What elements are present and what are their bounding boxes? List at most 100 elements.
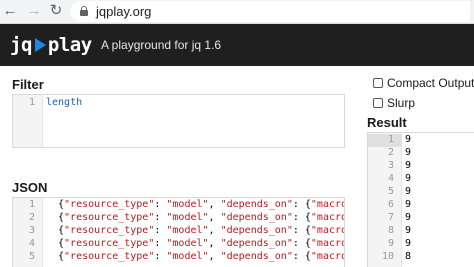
json-key: "depends_on" xyxy=(220,212,293,223)
json-line[interactable]: 5 {"resource_type": "model", "depends_on"… xyxy=(13,251,344,264)
result-line: 59 xyxy=(368,186,474,199)
lock-icon[interactable] xyxy=(80,6,88,16)
result-editor[interactable]: 1 9 2 9 3 9 4 9 5 9 6 9 7 9 8 9 9 9 10 8 xyxy=(367,132,474,267)
result-line: 99 xyxy=(368,238,474,251)
logo-jq-text: jq xyxy=(10,34,32,56)
json-colon: : xyxy=(154,238,167,249)
json-colon: : xyxy=(154,212,167,223)
json-key: "depends_on" xyxy=(220,238,293,249)
result-line: 19 xyxy=(368,134,474,147)
result-line: 39 xyxy=(368,160,474,173)
json-key: "depends_on" xyxy=(220,251,293,262)
result-value: 8 xyxy=(405,251,412,262)
app-header: jq play A playground for jq 1.6 xyxy=(0,24,474,66)
line-number: 9 xyxy=(387,238,394,249)
line-number: 2 xyxy=(28,212,35,223)
result-line: 79 xyxy=(368,212,474,225)
reload-icon[interactable]: ↻ xyxy=(47,2,65,20)
result-line: 10 8 xyxy=(368,251,474,264)
result-value: 9 xyxy=(405,186,412,197)
line-number: 5 xyxy=(28,251,35,262)
line-number: 3 xyxy=(387,160,394,171)
logo-play-text: play xyxy=(47,34,92,56)
json-colon: : { xyxy=(292,251,311,262)
line-number: 1 xyxy=(28,199,35,210)
line-number: 8 xyxy=(387,225,394,236)
line-number: 10 xyxy=(381,251,394,262)
json-key: "macros" xyxy=(310,238,344,249)
address-bar[interactable]: jqplay.org xyxy=(70,1,470,22)
forward-arrow-icon[interactable]: → xyxy=(25,2,43,20)
result-line: 89 xyxy=(368,225,474,238)
json-colon: : xyxy=(154,225,167,236)
json-key: "macros" xyxy=(310,225,344,236)
json-key: "resource_type" xyxy=(64,225,155,236)
slurp-option[interactable]: Slurp xyxy=(373,96,415,110)
json-string-value: "model" xyxy=(166,238,209,249)
json-key: "resource_type" xyxy=(64,212,155,223)
result-label: Result xyxy=(367,115,407,130)
compact-output-label[interactable]: Compact Output xyxy=(387,76,474,90)
json-string-value: "model" xyxy=(166,251,209,262)
browser-toolbar: ← → ↻ jqplay.org xyxy=(0,0,474,24)
json-string-value: "model" xyxy=(166,199,209,210)
json-comma: , xyxy=(208,225,221,236)
filter-code[interactable]: length xyxy=(46,97,82,108)
line-number: 4 xyxy=(387,173,394,184)
result-value: 9 xyxy=(405,173,412,184)
json-comma: , xyxy=(208,251,221,262)
json-colon: : { xyxy=(292,225,311,236)
json-string-value: "model" xyxy=(166,212,209,223)
json-colon: : { xyxy=(292,238,311,249)
line-number: 2 xyxy=(387,147,394,158)
result-line: 29 xyxy=(368,147,474,160)
json-line[interactable]: 1 {"resource_type": "model", "depends_on"… xyxy=(13,199,344,212)
slurp-label[interactable]: Slurp xyxy=(387,96,415,110)
json-line[interactable]: 4 {"resource_type": "model", "depends_on"… xyxy=(13,238,344,251)
result-value: 9 xyxy=(405,225,412,236)
jqplay-logo[interactable]: jq play xyxy=(10,33,92,57)
json-key: "resource_type" xyxy=(64,238,155,249)
json-key: "macros" xyxy=(310,199,344,210)
line-number: 1 xyxy=(28,97,35,108)
line-number: 5 xyxy=(387,186,394,197)
result-value: 9 xyxy=(405,212,412,223)
json-code[interactable]: {"resource_type": "model", "depends_on":… xyxy=(58,238,344,249)
json-code[interactable]: {"resource_type": "model", "depends_on":… xyxy=(58,199,344,210)
json-code[interactable]: {"resource_type": "model", "depends_on":… xyxy=(58,212,344,223)
filter-line[interactable]: 1 length xyxy=(13,96,344,109)
json-code[interactable]: {"resource_type": "model", "depends_on":… xyxy=(58,251,344,262)
url-text[interactable]: jqplay.org xyxy=(96,4,151,19)
result-line: 69 xyxy=(368,199,474,212)
json-label: JSON xyxy=(12,180,48,195)
json-key: "macros" xyxy=(310,212,344,223)
result-value: 9 xyxy=(405,134,412,145)
json-code[interactable]: {"resource_type": "model", "depends_on":… xyxy=(58,225,344,236)
slurp-checkbox[interactable] xyxy=(373,98,383,108)
compact-output-option[interactable]: Compact Output xyxy=(373,76,474,90)
json-key: "resource_type" xyxy=(64,199,155,210)
result-value: 9 xyxy=(405,199,412,210)
header-tagline: A playground for jq 1.6 xyxy=(101,38,222,52)
result-line: 49 xyxy=(368,173,474,186)
line-number: 3 xyxy=(28,225,35,236)
json-line[interactable]: 2 {"resource_type": "model", "depends_on"… xyxy=(13,212,344,225)
result-value: 9 xyxy=(405,238,412,249)
line-number: 1 xyxy=(387,134,394,145)
json-colon: : xyxy=(154,251,167,262)
json-string-value: "model" xyxy=(166,225,209,236)
json-colon: : xyxy=(154,199,167,210)
back-arrow-icon[interactable]: ← xyxy=(1,2,19,20)
filter-editor[interactable]: 1 length xyxy=(12,94,345,148)
json-key: "resource_type" xyxy=(64,251,155,262)
json-comma: , xyxy=(208,199,221,210)
line-number: 7 xyxy=(387,212,394,223)
json-key: "depends_on" xyxy=(220,199,293,210)
json-colon: : { xyxy=(292,199,311,210)
compact-output-checkbox[interactable] xyxy=(373,78,383,88)
json-colon: : { xyxy=(292,212,311,223)
json-line[interactable]: 3 {"resource_type": "model", "depends_on"… xyxy=(13,225,344,238)
json-key: "macros" xyxy=(310,251,344,262)
result-value: 9 xyxy=(405,160,412,171)
json-editor[interactable]: 1 {"resource_type": "model", "depends_on"… xyxy=(12,197,345,267)
